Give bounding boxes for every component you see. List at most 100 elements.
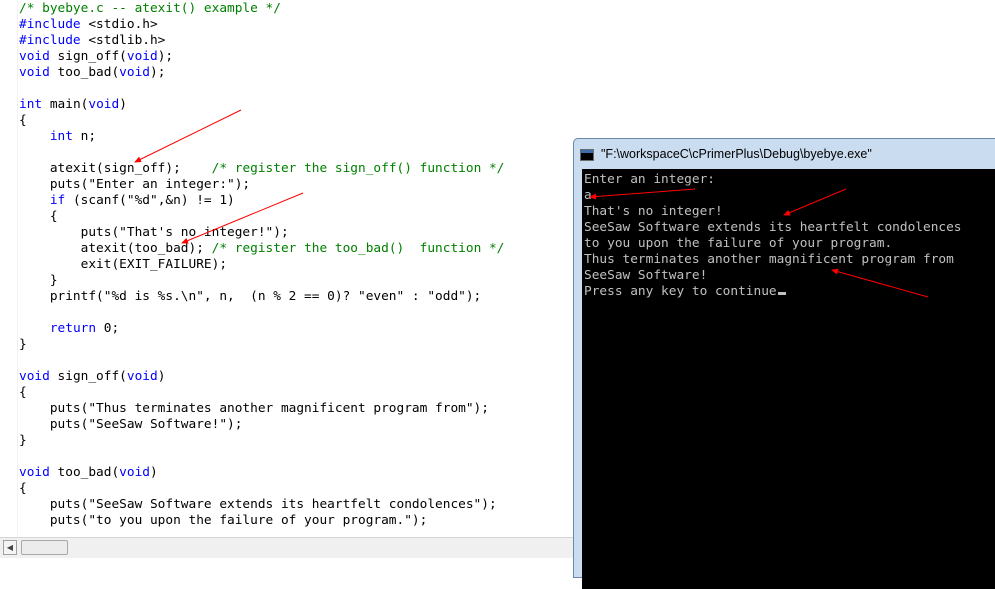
code-keyword: int <box>19 97 43 112</box>
code-line: puts("SeeSaw Software extends its heartf… <box>19 497 504 513</box>
code-keyword: #include <box>19 17 81 32</box>
horizontal-scrollbar[interactable]: ◀ <box>0 537 575 558</box>
code-line: int main(void) <box>19 97 504 113</box>
console-output: Enter an integer: a That's no integer! SeeS… <box>584 172 962 300</box>
editor-gutter <box>0 0 18 537</box>
code-text: atexit(sign_off); <box>19 161 212 176</box>
console-line-text: Press any key to continue <box>584 284 777 299</box>
code-text: puts("Thus terminates another magnificen… <box>19 401 489 416</box>
code-line: puts("That's no integer!"); <box>19 225 504 241</box>
code-line: #include <stdio.h> <box>19 17 504 33</box>
console-line-text: Enter an integer: <box>584 172 715 187</box>
code-comment: /* register the sign_off() function */ <box>211 161 505 176</box>
code-line: atexit(sign_off); /* register the sign_o… <box>19 161 505 177</box>
console-line: Enter an integer: <box>584 172 962 188</box>
console-titlebar[interactable]: "F:\workspaceC\cPrimerPlus\Debug\byebye.… <box>574 139 995 170</box>
code-line: puts("Thus terminates another magnificen… <box>19 401 504 417</box>
scrollbar-thumb[interactable] <box>21 540 68 555</box>
code-text: ); <box>157 49 174 64</box>
console-line: SeeSaw Software! <box>584 268 962 284</box>
console-line: Press any key to continue <box>584 284 962 300</box>
code-keyword: void <box>19 465 50 480</box>
code-keyword: void <box>119 465 150 480</box>
code-text: } <box>19 273 58 288</box>
code-text: ) <box>119 97 127 112</box>
console-line: a <box>584 188 962 204</box>
code-keyword: void <box>19 49 50 64</box>
code-text: <stdio.h> <box>80 17 158 32</box>
console-line-text: That's no integer! <box>584 204 723 219</box>
code-text: sign_off( <box>49 369 127 384</box>
console-line-text: to you upon the failure of your program. <box>584 236 893 251</box>
code-line: { <box>19 481 504 497</box>
console-line: to you upon the failure of your program. <box>584 236 962 252</box>
console-title: "F:\workspaceC\cPrimerPlus\Debug\byebye.… <box>601 147 872 161</box>
console-line-text: Thus terminates another magnificent prog… <box>584 252 954 267</box>
console-window[interactable]: "F:\workspaceC\cPrimerPlus\Debug\byebye.… <box>573 138 995 589</box>
code-line: int n; <box>19 129 504 145</box>
code-line: void sign_off(void) <box>19 369 504 385</box>
code-line: atexit(too_bad); /* register the too_bad… <box>19 241 505 257</box>
console-line-text: a <box>584 188 592 203</box>
console-app-icon <box>580 149 594 161</box>
code-line: return 0; <box>19 321 504 337</box>
code-keyword: #include <box>19 33 81 48</box>
console-line: Thus terminates another magnificent prog… <box>584 252 962 268</box>
code-text: puts("to you upon the failure of your pr… <box>19 513 428 528</box>
code-line: { <box>19 209 504 225</box>
code-line: } <box>19 273 504 289</box>
console-line: That's no integer! <box>584 204 962 220</box>
code-text: ) <box>157 369 166 384</box>
code-text: } <box>19 433 27 448</box>
code-text: <stdlib.h> <box>80 33 166 48</box>
code-keyword: void <box>119 65 150 80</box>
code-text: puts("Enter an integer:"); <box>19 177 251 192</box>
code-comment: /* register the too_bad() function */ <box>211 241 505 256</box>
code-keyword: void <box>19 65 50 80</box>
console-line-text: SeeSaw Software! <box>584 268 708 283</box>
code-text: { <box>19 385 27 400</box>
code-text: { <box>19 481 27 496</box>
code-line: { <box>19 385 504 401</box>
code-line: puts("SeeSaw Software!"); <box>19 417 504 433</box>
code-text: ); <box>150 65 166 80</box>
code-line: void sign_off(void); <box>19 49 504 65</box>
code-text: } <box>19 337 27 352</box>
code-keyword: void <box>126 369 158 384</box>
code-text: sign_off( <box>49 49 127 64</box>
code-text: atexit(too_bad); <box>19 241 212 256</box>
console-line: SeeSaw Software extends its heartfelt co… <box>584 220 962 236</box>
code-text: printf("%d is %s.\n", n, (n % 2 == 0)? "… <box>19 289 482 304</box>
text-cursor <box>777 292 786 295</box>
code-comment: /* byebye.c -- atexit() example */ <box>19 1 281 16</box>
code-text: puts("That's no integer!"); <box>19 225 289 240</box>
code-text: main( <box>42 97 89 112</box>
code-keyword: return <box>49 321 97 336</box>
code-text: { <box>19 113 27 128</box>
console-output-area[interactable]: Enter an integer: a That's no integer! SeeS… <box>582 169 995 589</box>
code-line: puts("to you upon the failure of your pr… <box>19 513 504 529</box>
code-text: 0; <box>96 321 120 336</box>
code-keyword: if <box>49 193 66 208</box>
code-area[interactable]: /* byebye.c -- atexit() example */#inclu… <box>19 1 504 529</box>
code-keyword: void <box>88 97 120 112</box>
scroll-left-button[interactable]: ◀ <box>3 540 17 555</box>
code-keyword: int <box>49 129 73 144</box>
code-line: #include <stdlib.h> <box>19 33 504 49</box>
code-line: puts("Enter an integer:"); <box>19 177 504 193</box>
code-text: { <box>19 209 58 224</box>
code-text: (scanf("%d",&n) != 1) <box>65 193 235 208</box>
console-line-text: SeeSaw Software extends its heartfelt co… <box>584 220 962 235</box>
code-line: void too_bad(void) <box>19 465 504 481</box>
code-text: ) <box>150 465 158 480</box>
code-text: puts("SeeSaw Software!"); <box>19 417 243 432</box>
code-line: printf("%d is %s.\n", n, (n % 2 == 0)? "… <box>19 289 504 305</box>
code-line: { <box>19 113 504 129</box>
